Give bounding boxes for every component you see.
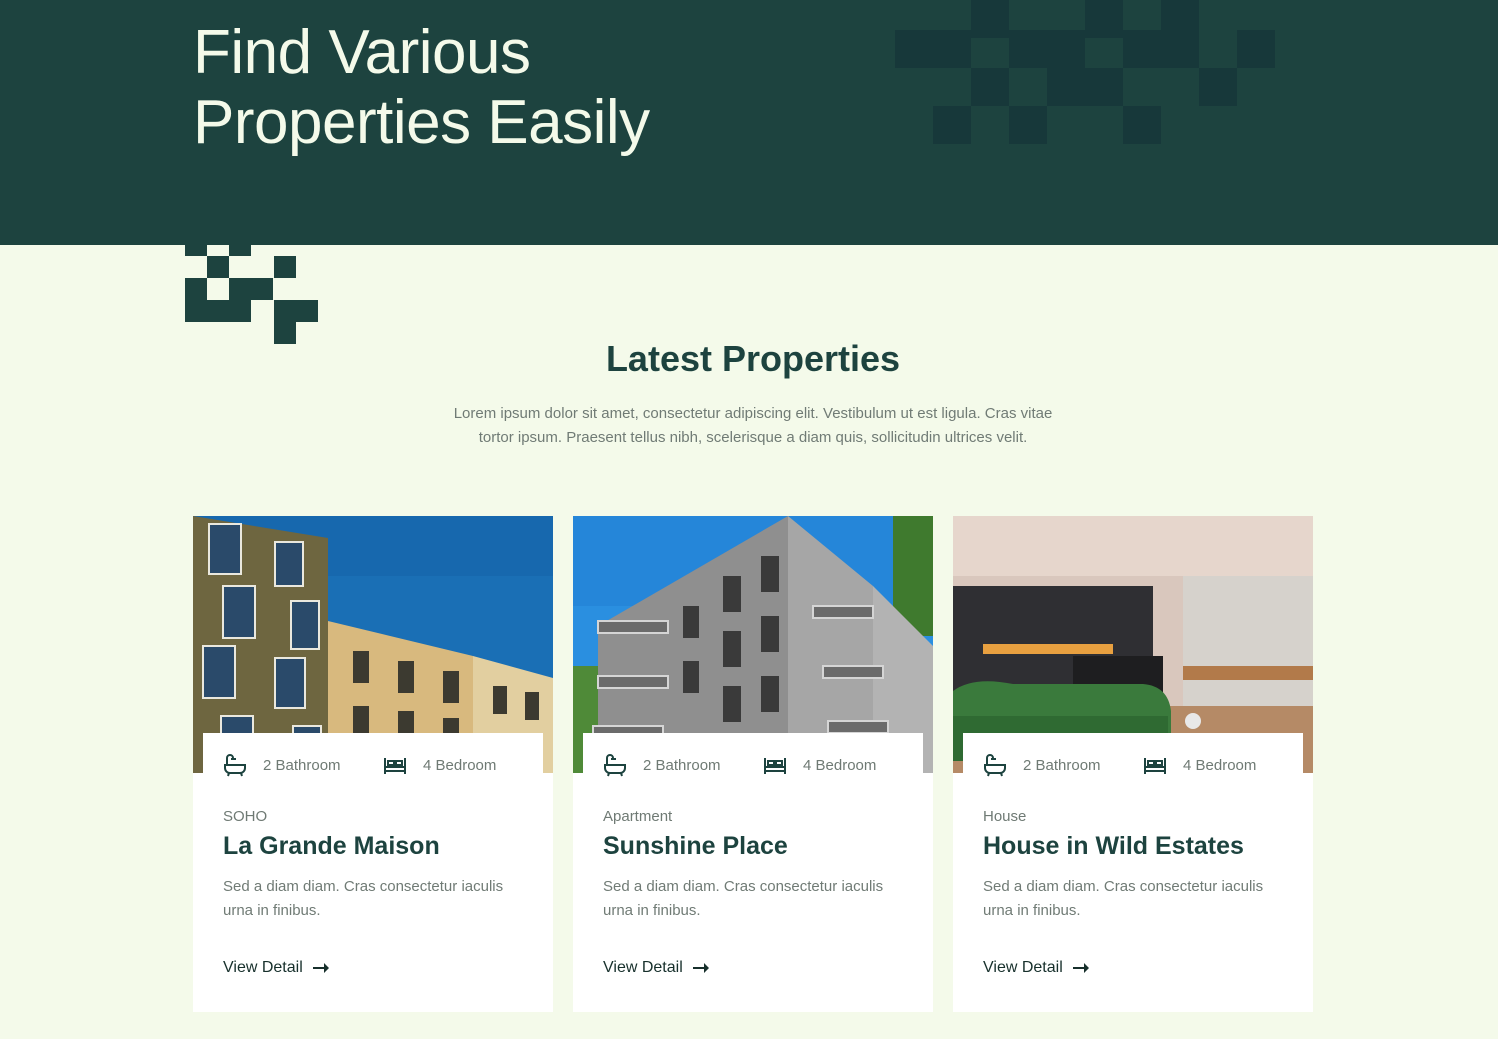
bathroom-feature: 2 Bathroom (983, 753, 1101, 777)
property-features: 2 Bathroom 4 Bedroom (203, 733, 543, 793)
property-name[interactable]: House in Wild Estates (983, 832, 1244, 861)
property-card: 2 Bathroom 4 Bedroom Apartment Sunshine … (573, 516, 933, 1012)
hero-title: Find Various Properties Easily (193, 18, 650, 158)
hero-checker-pattern (895, 0, 1275, 145)
decorative-checker-pattern (185, 245, 320, 345)
hero-title-line1: Find Various (193, 18, 531, 87)
view-detail-label: View Detail (223, 959, 303, 976)
bathroom-count: 2 Bathroom (643, 756, 721, 774)
property-summary: Sed a diam diam. Cras consectetur iaculi… (223, 878, 504, 919)
property-category: SOHO (223, 808, 268, 825)
bedroom-feature: 4 Bedroom (763, 753, 876, 777)
section-title: Latest Properties (605, 338, 901, 379)
bathroom-feature: 2 Bathroom (223, 753, 341, 777)
hero-title-line2: Properties Easily (193, 88, 650, 157)
property-name[interactable]: La Grande Maison (223, 832, 440, 861)
view-detail-label: View Detail (603, 959, 683, 976)
bed-icon (1144, 758, 1166, 774)
bathtub-icon (984, 754, 1006, 777)
bathroom-count: 2 Bathroom (263, 756, 341, 774)
property-summary: Sed a diam diam. Cras consectetur iaculi… (603, 878, 884, 919)
property-summary: Sed a diam diam. Cras consectetur iaculi… (983, 878, 1264, 919)
property-features: 2 Bathroom 4 Bedroom (963, 733, 1303, 793)
bed-icon (764, 758, 786, 774)
hero-banner: Find Various Properties Easily (0, 0, 1498, 245)
property-category: House (983, 808, 1027, 825)
property-features: 2 Bathroom 4 Bedroom (583, 733, 923, 793)
bathroom-count: 2 Bathroom (1023, 756, 1101, 774)
bedroom-feature: 4 Bedroom (383, 753, 496, 777)
arrow-right-icon (1072, 963, 1089, 973)
property-card: 2 Bathroom 4 Bedroom House House in Wild… (953, 516, 1313, 1012)
view-detail-link[interactable]: View Detail (983, 959, 1089, 977)
view-detail-label: View Detail (983, 959, 1063, 976)
property-card: 2 Bathroom 4 Bedroom SOHO La Grande Mais… (193, 516, 553, 1012)
property-name[interactable]: Sunshine Place (603, 832, 788, 861)
bathtub-icon (224, 754, 246, 777)
bedroom-feature: 4 Bedroom (1143, 753, 1256, 777)
arrow-right-icon (692, 963, 709, 973)
view-detail-link[interactable]: View Detail (603, 959, 709, 977)
section-description: Lorem ipsum dolor sit amet, consectetur … (453, 405, 1053, 446)
bedroom-count: 4 Bedroom (423, 756, 497, 774)
arrow-right-icon (312, 963, 329, 973)
bedroom-count: 4 Bedroom (803, 756, 877, 774)
bed-icon (384, 758, 406, 774)
property-category: Apartment (603, 808, 673, 825)
bathtub-icon (604, 754, 626, 777)
view-detail-link[interactable]: View Detail (223, 959, 329, 977)
bathroom-feature: 2 Bathroom (603, 753, 721, 777)
bedroom-count: 4 Bedroom (1183, 756, 1257, 774)
